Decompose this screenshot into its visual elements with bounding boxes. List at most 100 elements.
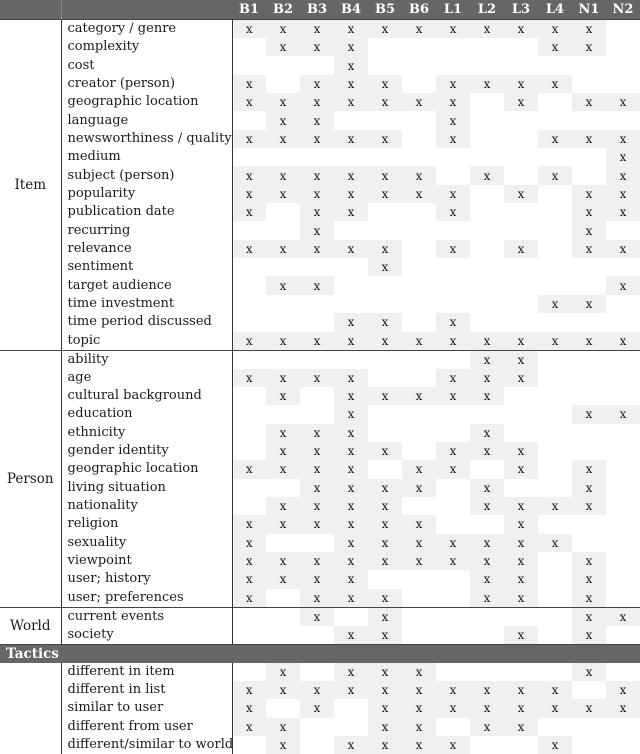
mark-cell: x — [334, 515, 368, 533]
attribute-label: user; history — [61, 570, 232, 588]
mark-cell: x — [334, 736, 368, 754]
empty-cell — [334, 258, 368, 276]
mark-cell: x — [232, 552, 266, 570]
mark-cell: x — [470, 442, 504, 460]
attribute-label: topic — [61, 332, 232, 351]
mark-cell: x — [402, 479, 436, 497]
empty-cell — [232, 387, 266, 405]
table-row: time investmentxx — [0, 295, 640, 313]
mark-cell: x — [368, 130, 402, 148]
empty-cell — [402, 221, 436, 239]
mark-cell: x — [572, 185, 606, 203]
empty-cell — [232, 350, 266, 369]
empty-cell — [436, 607, 470, 626]
mark-cell: x — [368, 736, 402, 754]
mark-cell: x — [504, 515, 538, 533]
attribute-label: current events — [61, 607, 232, 626]
mark-cell: x — [538, 38, 572, 56]
empty-cell — [606, 350, 640, 369]
mark-cell: x — [470, 589, 504, 608]
attribute-label: ability — [61, 350, 232, 369]
mark-cell: x — [334, 38, 368, 56]
table-row: different in listxxxxxxxxxxx — [0, 681, 640, 699]
mark-cell: x — [300, 681, 334, 699]
empty-cell — [504, 221, 538, 239]
mark-cell: x — [402, 736, 436, 754]
mark-cell: x — [266, 332, 300, 351]
mark-cell: x — [368, 607, 402, 626]
table-row: mediumx — [0, 148, 640, 166]
empty-cell — [572, 75, 606, 93]
mark-cell: x — [538, 736, 572, 754]
mark-cell: x — [232, 185, 266, 203]
mark-cell: x — [436, 203, 470, 221]
mark-cell: x — [368, 663, 402, 681]
empty-cell — [606, 515, 640, 533]
empty-cell — [538, 111, 572, 129]
empty-cell — [504, 405, 538, 423]
empty-cell — [470, 626, 504, 645]
table-row: similar to userxxxxxxxxxx — [0, 699, 640, 717]
mark-cell: x — [334, 460, 368, 478]
empty-cell — [300, 626, 334, 645]
empty-cell — [606, 20, 640, 39]
empty-cell — [470, 295, 504, 313]
empty-cell — [368, 38, 402, 56]
empty-cell — [470, 185, 504, 203]
empty-cell — [538, 460, 572, 478]
empty-cell — [538, 369, 572, 387]
mark-cell: x — [470, 699, 504, 717]
attribute-label: different from user — [61, 718, 232, 736]
table-row: languagexxx — [0, 111, 640, 129]
mark-cell: x — [266, 166, 300, 184]
empty-cell — [504, 663, 538, 681]
mark-cell: x — [572, 607, 606, 626]
mark-cell: x — [504, 552, 538, 570]
mark-cell: x — [606, 93, 640, 111]
empty-cell — [402, 497, 436, 515]
mark-cell: x — [504, 332, 538, 351]
empty-cell — [538, 607, 572, 626]
mark-cell: x — [572, 20, 606, 39]
mark-cell: x — [300, 552, 334, 570]
mark-cell: x — [368, 75, 402, 93]
table-row: costx — [0, 56, 640, 74]
empty-cell — [402, 111, 436, 129]
empty-cell — [266, 699, 300, 717]
empty-cell — [402, 240, 436, 258]
column-header-l4: L4 — [538, 0, 572, 20]
mark-cell: x — [402, 681, 436, 699]
empty-cell — [300, 313, 334, 331]
mark-cell: x — [572, 295, 606, 313]
mark-cell: x — [572, 626, 606, 645]
empty-cell — [368, 148, 402, 166]
empty-cell — [300, 736, 334, 754]
mark-cell: x — [334, 442, 368, 460]
mark-cell: x — [300, 130, 334, 148]
attribute-label: education — [61, 405, 232, 423]
mark-cell: x — [232, 332, 266, 351]
table-row: Itemcategory / genrexxxxxxxxxxx — [0, 20, 640, 39]
mark-cell: x — [232, 570, 266, 588]
empty-cell — [606, 221, 640, 239]
mark-cell: x — [470, 552, 504, 570]
empty-cell — [538, 626, 572, 645]
empty-cell — [368, 276, 402, 294]
mark-cell: x — [300, 570, 334, 588]
empty-cell — [606, 295, 640, 313]
mark-cell: x — [504, 350, 538, 369]
section-bar-tactics: Tactics — [0, 644, 640, 663]
empty-cell — [470, 663, 504, 681]
empty-cell — [232, 295, 266, 313]
mark-cell: x — [470, 332, 504, 351]
mark-cell: x — [334, 534, 368, 552]
mark-cell: x — [266, 93, 300, 111]
mark-cell: x — [572, 589, 606, 608]
mark-cell: x — [300, 111, 334, 129]
attribute-label: religion — [61, 515, 232, 533]
mark-cell: x — [470, 479, 504, 497]
empty-cell — [402, 424, 436, 442]
header-row: B1B2B3B4B5B6L1L2L3L4N1N2 — [0, 0, 640, 20]
table-row: subject (person)xxxxxxxxx — [0, 166, 640, 184]
mark-cell: x — [334, 626, 368, 645]
